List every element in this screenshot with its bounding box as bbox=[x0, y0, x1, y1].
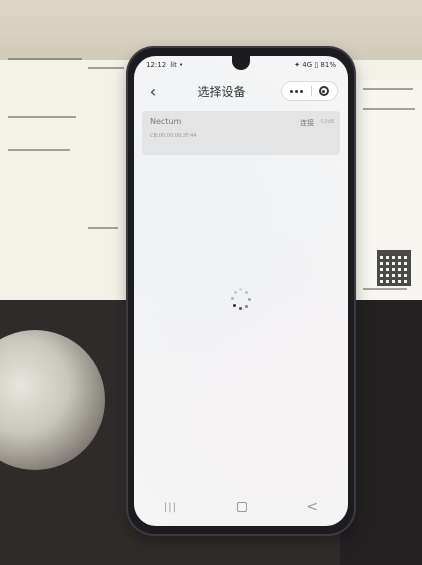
status-time: 12:12 bbox=[146, 61, 167, 69]
paper-text-line bbox=[363, 88, 413, 90]
loading-spinner bbox=[231, 288, 253, 310]
spinner-dot bbox=[245, 305, 248, 308]
back-button[interactable]: ‹ bbox=[144, 81, 162, 101]
mini-program-capsule bbox=[280, 81, 338, 101]
phone-screen: 12:12 lit • ✦ 4G ▯ 81% ‹ 选择设备 Nectum CB:… bbox=[134, 56, 348, 526]
paper-text-line bbox=[8, 149, 70, 151]
paper-text-line bbox=[88, 67, 124, 69]
spinner-dot bbox=[239, 307, 242, 310]
paper-text-line bbox=[8, 116, 76, 118]
navigation-bar: ||| < bbox=[134, 488, 348, 526]
close-button[interactable] bbox=[315, 82, 333, 100]
capsule-divider bbox=[310, 86, 312, 96]
paper-text-line bbox=[88, 227, 118, 229]
paper-text-line bbox=[8, 58, 82, 60]
target-icon bbox=[318, 86, 329, 96]
more-button[interactable] bbox=[286, 82, 308, 100]
recent-apps-button[interactable]: ||| bbox=[164, 502, 177, 513]
spinner-dot bbox=[245, 291, 248, 294]
status-left: 12:12 lit • bbox=[146, 61, 183, 69]
phone: 12:12 lit • ✦ 4G ▯ 81% ‹ 选择设备 Nectum CB:… bbox=[128, 48, 354, 534]
title-bar: ‹ 选择设备 bbox=[134, 74, 348, 108]
spinner-dot bbox=[248, 298, 251, 301]
home-button[interactable] bbox=[236, 502, 247, 512]
spinner-dot bbox=[239, 288, 242, 291]
paper-text-line bbox=[363, 288, 407, 290]
back-nav-button[interactable]: < bbox=[306, 499, 318, 515]
chevron-left-icon: ‹ bbox=[149, 81, 157, 101]
spinner-dot bbox=[233, 304, 236, 307]
status-left-indicators: lit • bbox=[170, 61, 184, 69]
signal-strength: -52dB bbox=[319, 119, 334, 125]
more-dots-icon bbox=[295, 89, 299, 93]
status-right-indicators: ✦ 4G ▯ 81% bbox=[294, 61, 336, 69]
more-dots-icon bbox=[300, 89, 304, 93]
spinner-dot bbox=[234, 291, 237, 294]
device-item[interactable]: Nectum CB:00:00:00:2F:44 连接 -52dB bbox=[142, 111, 340, 155]
qr-code bbox=[377, 250, 411, 286]
page-title: 选择设备 bbox=[197, 84, 246, 99]
more-dots-icon bbox=[290, 89, 294, 93]
spinner-dot bbox=[231, 297, 234, 300]
paper-text-line bbox=[363, 108, 415, 110]
device-id: CB:00:00:00:2F:44 bbox=[150, 133, 197, 139]
status-bar: 12:12 lit • ✦ 4G ▯ 81% bbox=[134, 56, 348, 74]
status-right: ✦ 4G ▯ 81% bbox=[294, 61, 336, 69]
device-list: Nectum CB:00:00:00:2F:44 连接 -52dB bbox=[142, 111, 340, 155]
connect-button[interactable]: 连接 bbox=[300, 118, 314, 128]
